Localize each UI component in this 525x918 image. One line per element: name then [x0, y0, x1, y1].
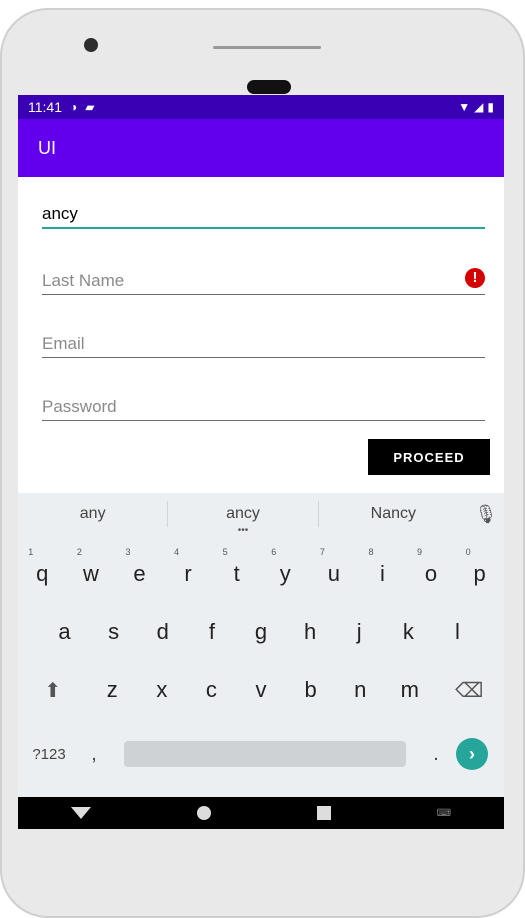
key-l[interactable]: l	[433, 619, 482, 645]
mic-icon[interactable]: 🎙	[468, 504, 504, 525]
key-label: i	[380, 561, 385, 586]
last-name-field[interactable]: Last Name !	[42, 263, 485, 295]
battery-icon: ▮	[487, 100, 494, 114]
nav-back-icon[interactable]	[70, 807, 91, 819]
shift-icon[interactable]: ⬆	[18, 678, 87, 703]
key-b[interactable]: b	[286, 677, 336, 703]
key-hint: 1	[28, 547, 34, 557]
key-y[interactable]: 6y	[261, 547, 310, 587]
key-e[interactable]: 3e	[115, 547, 164, 587]
error-icon[interactable]: !	[465, 268, 485, 288]
space-bar[interactable]	[124, 741, 406, 767]
keyboard-switch-icon[interactable]: ⌨	[437, 808, 451, 819]
key-label: q	[36, 561, 49, 586]
suggestion-right[interactable]: Nancy	[319, 505, 468, 523]
suggestion-strip: any ancy ••• Nancy 🎙	[18, 493, 504, 536]
key-label: e	[133, 561, 146, 586]
key-g[interactable]: g	[236, 619, 285, 645]
earpiece-speaker	[213, 46, 321, 49]
key-hint: 7	[319, 547, 325, 557]
period-key[interactable]: .	[416, 743, 456, 766]
first-name-value: ancy	[42, 204, 78, 223]
password-placeholder: Password	[42, 397, 117, 416]
signal-icon: ◢	[474, 100, 484, 114]
key-p[interactable]: 0p	[455, 547, 504, 587]
suggestion-center[interactable]: ancy •••	[168, 505, 317, 536]
key-hint: 3	[125, 547, 131, 557]
navigation-bar: ⌨	[18, 797, 504, 829]
key-hint: 2	[76, 547, 82, 557]
email-placeholder: Email	[42, 334, 85, 353]
key-hint: 5	[222, 547, 228, 557]
wifi-icon: ▼	[458, 100, 471, 114]
key-row-4: ?123 , . ›	[18, 719, 504, 789]
key-o[interactable]: 9o	[407, 547, 456, 587]
signup-form: ancy Last Name ! Email Password PROCEED	[18, 177, 504, 493]
first-name-field[interactable]: ancy	[42, 197, 485, 229]
key-x[interactable]: x	[137, 677, 187, 703]
proceed-button[interactable]: PROCEED	[368, 439, 490, 475]
key-j[interactable]: j	[335, 619, 384, 645]
key-row-3: ⬆ z x c v b n m ⌫	[18, 661, 504, 719]
key-d[interactable]: d	[138, 619, 187, 645]
key-m[interactable]: m	[385, 677, 435, 703]
password-field[interactable]: Password	[42, 389, 485, 421]
status-time: 11:41	[28, 99, 62, 115]
status-bar: 11:41 ◑ ▰ ▼ ◢ ▮	[18, 95, 504, 119]
key-label: r	[184, 561, 192, 586]
key-v[interactable]: v	[236, 677, 286, 703]
key-hint: 4	[174, 547, 180, 557]
key-hint: 0	[465, 547, 471, 557]
nav-recents-icon[interactable]	[316, 806, 331, 820]
key-row-1: 1q 2w 3e 4r 5t 6y 7u 8i 9o 0p	[18, 545, 504, 603]
key-label: p	[473, 561, 486, 586]
key-s[interactable]: s	[89, 619, 138, 645]
key-label: y	[279, 561, 291, 586]
key-label: w	[82, 561, 99, 586]
key-r[interactable]: 4r	[164, 547, 213, 587]
key-w[interactable]: 2w	[67, 547, 116, 587]
key-k[interactable]: k	[384, 619, 433, 645]
go-icon[interactable]: ›	[456, 738, 488, 770]
key-label: o	[424, 561, 438, 586]
key-row-2: a s d f g h j k l	[18, 603, 504, 661]
key-z[interactable]: z	[87, 677, 137, 703]
app-bar: UI	[18, 119, 504, 177]
proximity-sensor	[247, 80, 291, 94]
email-field[interactable]: Email	[42, 326, 485, 358]
numbers-key[interactable]: ?123	[24, 746, 74, 763]
app-title: UI	[38, 137, 56, 158]
suggestion-center-label: ancy	[226, 505, 260, 522]
sim-card-icon: ▰	[85, 100, 95, 114]
key-hint: 9	[417, 547, 423, 557]
key-t[interactable]: 5t	[212, 547, 261, 587]
front-camera	[84, 38, 98, 52]
device-screen: 11:41 ◑ ▰ ▼ ◢ ▮ UI ancy Last Name ! Emai…	[18, 95, 504, 829]
key-u[interactable]: 7u	[310, 547, 359, 587]
key-c[interactable]: c	[187, 677, 237, 703]
backspace-icon[interactable]: ⌫	[435, 678, 504, 703]
key-i[interactable]: 8i	[358, 547, 407, 587]
key-hint: 8	[368, 547, 374, 557]
key-f[interactable]: f	[187, 619, 236, 645]
key-hint: 6	[271, 547, 277, 557]
key-label: t	[233, 561, 240, 586]
comma-key[interactable]: ,	[74, 743, 114, 766]
last-name-placeholder: Last Name	[42, 271, 125, 290]
soft-keyboard: any ancy ••• Nancy 🎙 1q 2w 3e 4r 5t 6y 7…	[18, 493, 504, 797]
more-suggestions-dots: •••	[237, 525, 249, 536]
key-label: u	[327, 561, 340, 586]
key-h[interactable]: h	[286, 619, 335, 645]
nav-home-icon[interactable]	[196, 806, 211, 820]
sync-icon: ◑	[70, 100, 78, 114]
key-a[interactable]: a	[40, 619, 89, 645]
key-n[interactable]: n	[335, 677, 385, 703]
suggestion-left[interactable]: any	[18, 505, 167, 523]
key-q[interactable]: 1q	[18, 547, 67, 587]
